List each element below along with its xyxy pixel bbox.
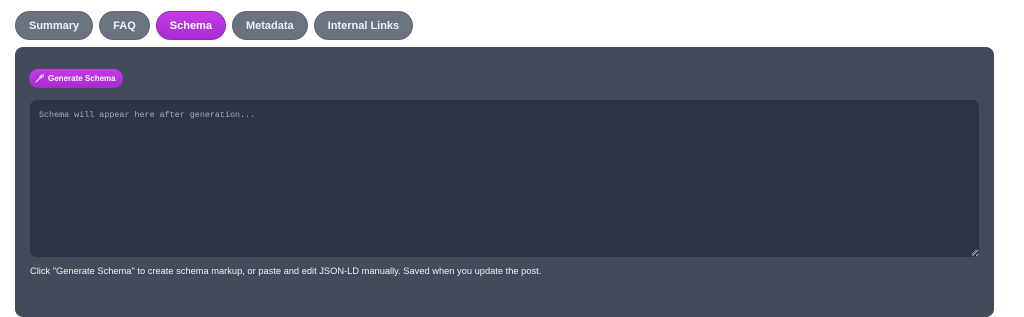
schema-json-editor[interactable]: [30, 100, 979, 257]
tab-metadata[interactable]: Metadata: [231, 11, 308, 40]
tab-schema[interactable]: Schema: [155, 11, 226, 40]
schema-panel: Generate Schema Click "Generate Schema" …: [15, 47, 994, 317]
generate-schema-button[interactable]: Generate Schema: [29, 69, 123, 88]
schema-help-text: Click "Generate Schema" to create schema…: [30, 266, 542, 276]
tab-summary[interactable]: Summary: [15, 11, 94, 40]
tab-faq[interactable]: FAQ: [99, 11, 150, 40]
tab-bar: Summary FAQ Schema Metadata Internal Lin…: [15, 11, 414, 40]
generate-schema-label: Generate Schema: [48, 74, 116, 83]
resize-grip-icon[interactable]: [971, 249, 977, 255]
magic-wand-icon: [35, 74, 44, 83]
tab-internal-links[interactable]: Internal Links: [313, 11, 414, 40]
